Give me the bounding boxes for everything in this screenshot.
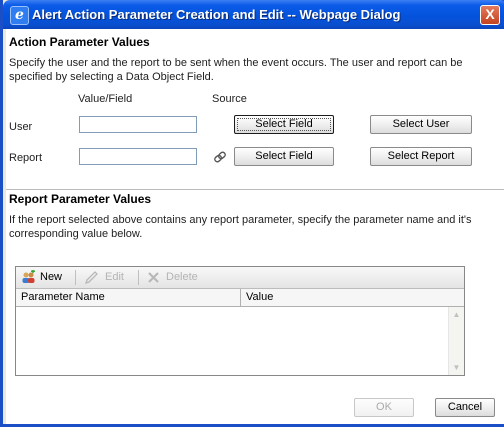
- grid-header: Parameter Name Value: [16, 289, 464, 307]
- column-header-parameter-name[interactable]: Parameter Name: [16, 289, 240, 306]
- action-section-title: Action Parameter Values: [9, 35, 150, 49]
- edit-button[interactable]: Edit: [105, 270, 124, 285]
- scroll-up-icon[interactable]: ▲: [449, 307, 464, 322]
- title-bar[interactable]: e Alert Action Parameter Creation and Ed…: [3, 0, 504, 29]
- link-icon[interactable]: [213, 150, 227, 164]
- dialog-window: e Alert Action Parameter Creation and Ed…: [0, 0, 504, 427]
- report-label: Report: [9, 152, 43, 164]
- new-button[interactable]: New: [40, 270, 62, 285]
- action-section-description: Specify the user and the report to be se…: [9, 57, 463, 83]
- report-input[interactable]: [79, 148, 197, 165]
- report-select-field-button[interactable]: Select Field: [234, 147, 334, 166]
- user-label: User: [9, 121, 33, 133]
- ie-icon: e: [10, 6, 29, 25]
- select-user-button[interactable]: Select User: [370, 115, 472, 134]
- toolbar-separator: [75, 270, 76, 285]
- cancel-button[interactable]: Cancel: [435, 398, 495, 417]
- close-button[interactable]: X: [480, 5, 500, 25]
- toolbar-separator: [138, 270, 139, 285]
- window-title: Alert Action Parameter Creation and Edit…: [32, 7, 401, 22]
- ok-button[interactable]: OK: [354, 398, 414, 417]
- section-divider: [6, 189, 504, 190]
- report-section-title: Report Parameter Values: [9, 192, 152, 206]
- grid-toolbar: New Edit Delete: [16, 267, 464, 289]
- select-report-button[interactable]: Select Report: [370, 147, 472, 166]
- delete-button[interactable]: Delete: [166, 270, 198, 285]
- column-label-source: Source: [212, 93, 247, 105]
- delete-x-icon: [148, 272, 159, 283]
- new-users-icon[interactable]: [21, 270, 36, 285]
- parameter-grid: New Edit Delete Parameter Name Value ▲ ▼: [15, 266, 465, 376]
- pencil-icon: [84, 271, 98, 285]
- dialog-content: Action Parameter Values Specify the user…: [6, 29, 504, 424]
- user-input[interactable]: [79, 116, 197, 133]
- column-header-value[interactable]: Value: [241, 289, 464, 306]
- column-label-value-field: Value/Field: [78, 93, 133, 105]
- grid-scrollbar[interactable]: ▲ ▼: [448, 307, 464, 375]
- user-select-field-button[interactable]: Select Field: [234, 115, 334, 134]
- report-section-description: If the report selected above contains an…: [9, 214, 472, 240]
- scroll-down-icon[interactable]: ▼: [449, 360, 464, 375]
